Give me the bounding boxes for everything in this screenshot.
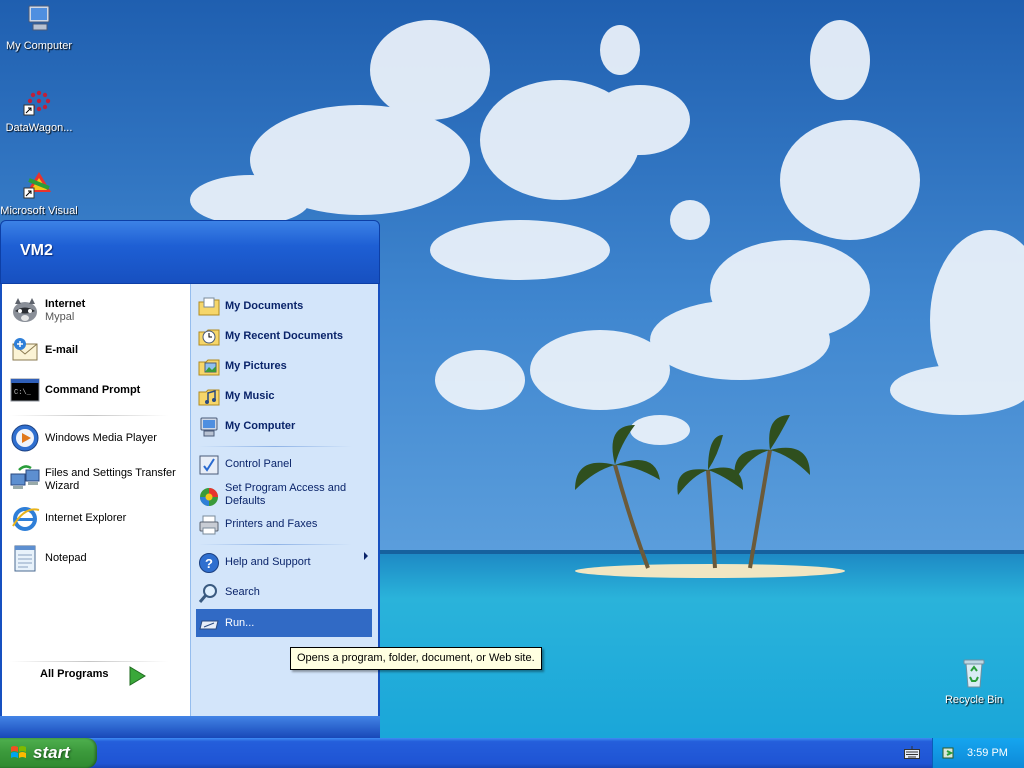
- user-name: VM2: [20, 242, 53, 259]
- pictures-folder-icon: [198, 359, 220, 376]
- folder-icon: [198, 297, 220, 316]
- start-label: start: [33, 743, 70, 762]
- place-item-my-computer[interactable]: My Computer: [196, 412, 372, 440]
- system-item-search[interactable]: Search: [196, 578, 372, 606]
- desktop-icon-label: Recycle Bin: [944, 694, 1004, 706]
- desktop-icon-label: DataWagon...: [5, 122, 73, 134]
- settings-item-control-panel[interactable]: Control Panel: [196, 450, 372, 478]
- recent-docs-icon: [198, 329, 220, 346]
- pinned-item-label: E-mail: [45, 344, 79, 356]
- right-pane-separator: [198, 544, 352, 545]
- recent-item-label-line2: Wizard: [45, 480, 80, 492]
- place-item-my-music[interactable]: My Music: [196, 382, 372, 410]
- recent-item-transfer-wizard[interactable]: Files and Settings Transfer Wizard: [6, 461, 184, 495]
- place-item-label: My Recent Documents: [225, 330, 343, 342]
- system-item-label: Run...: [225, 617, 255, 629]
- email-icon: [12, 338, 38, 361]
- datawagon-icon: [23, 90, 51, 116]
- pinned-item-email[interactable]: E-mail: [6, 333, 184, 367]
- recent-item-notepad[interactable]: Notepad: [6, 541, 184, 575]
- system-item-help[interactable]: ? Help and Support: [196, 548, 372, 576]
- pinned-item-label: Command Prompt: [45, 384, 141, 396]
- settings-item-label: Printers and Faxes: [225, 518, 318, 530]
- all-programs-button[interactable]: All Programs: [40, 668, 108, 680]
- recent-item-label: Windows Media Player: [45, 432, 157, 444]
- settings-item-label: Control Panel: [225, 458, 292, 470]
- recent-item-label: Notepad: [45, 552, 87, 564]
- system-item-run[interactable]: Run...: [196, 609, 372, 637]
- run-icon: [199, 620, 219, 630]
- raccoon-browser-icon: [13, 298, 37, 322]
- notepad-icon: [14, 545, 36, 572]
- recent-item-media-player[interactable]: Windows Media Player: [6, 421, 184, 455]
- place-item-label: My Pictures: [225, 360, 287, 372]
- start-menu-footer: [0, 716, 380, 738]
- pinned-item-command-prompt[interactable]: C:\_ Command Prompt: [6, 373, 184, 407]
- pinned-item-label: Internet: [45, 298, 86, 310]
- system-item-label: Search: [225, 586, 260, 598]
- tooltip: Opens a program, folder, document, or We…: [290, 647, 542, 670]
- recent-item-label: Internet Explorer: [45, 512, 127, 524]
- transfer-wizard-icon: [10, 465, 40, 489]
- program-access-icon: [200, 488, 218, 506]
- green-arrow-icon: [129, 666, 146, 686]
- safely-remove-hardware-icon[interactable]: [941, 745, 957, 761]
- help-icon: ?: [199, 553, 219, 573]
- recycle-bin-icon: [963, 659, 985, 688]
- place-item-label: My Documents: [225, 300, 304, 312]
- settings-item-label-line2: Defaults: [225, 495, 266, 507]
- start-button[interactable]: start: [0, 738, 97, 768]
- clock[interactable]: 3:59 PM: [967, 747, 1008, 759]
- start-menu-header: VM2: [0, 220, 380, 284]
- recent-item-internet-explorer[interactable]: Internet Explorer: [6, 501, 184, 535]
- desktop-icon-label: Microsoft Visual: [0, 205, 78, 217]
- my-computer-icon: [200, 417, 218, 437]
- desktop-icon-my-computer[interactable]: My Computer: [0, 3, 78, 53]
- recent-item-label: Files and Settings Transfer: [45, 467, 176, 479]
- desktop-icon-datawagon[interactable]: DataWagon...: [0, 85, 78, 135]
- search-icon: [198, 584, 217, 603]
- place-item-label: My Music: [225, 390, 275, 402]
- control-panel-icon: [199, 455, 219, 475]
- visual-studio-icon: [23, 172, 51, 199]
- printer-icon: [199, 515, 219, 535]
- desktop-icon-visual-studio[interactable]: Microsoft Visual: [0, 168, 78, 218]
- my-computer-icon: [28, 5, 50, 31]
- windows-logo-icon: [11, 746, 26, 758]
- place-item-my-recent-documents[interactable]: My Recent Documents: [196, 322, 372, 350]
- svg-text:?: ?: [205, 556, 213, 571]
- desktop-icon-label: My Computer: [5, 40, 73, 52]
- keyboard-icon[interactable]: [904, 746, 920, 760]
- left-pane-separator: [10, 661, 168, 662]
- place-item-my-pictures[interactable]: My Pictures: [196, 352, 372, 380]
- media-player-icon: [11, 424, 39, 452]
- desktop-icon-recycle-bin[interactable]: Recycle Bin: [935, 657, 1013, 707]
- music-folder-icon: [198, 389, 220, 406]
- internet-explorer-icon: [12, 507, 40, 531]
- system-item-label: Help and Support: [225, 556, 311, 568]
- pinned-item-sublabel: Mypal: [45, 311, 75, 323]
- left-pane-separator: [10, 415, 168, 416]
- right-pane-separator: [198, 446, 352, 447]
- place-item-my-documents[interactable]: My Documents: [196, 292, 372, 320]
- pinned-item-internet[interactable]: Internet Mypal: [6, 293, 184, 327]
- place-item-label: My Computer: [225, 420, 296, 432]
- settings-item-printers[interactable]: Printers and Faxes: [196, 510, 372, 538]
- command-prompt-icon: C:\_: [10, 378, 40, 402]
- settings-item-label: Set Program Access and: [225, 482, 347, 494]
- taskbar: start 3:59 PM: [0, 738, 1024, 768]
- svg-text:C:\_: C:\_: [14, 389, 32, 397]
